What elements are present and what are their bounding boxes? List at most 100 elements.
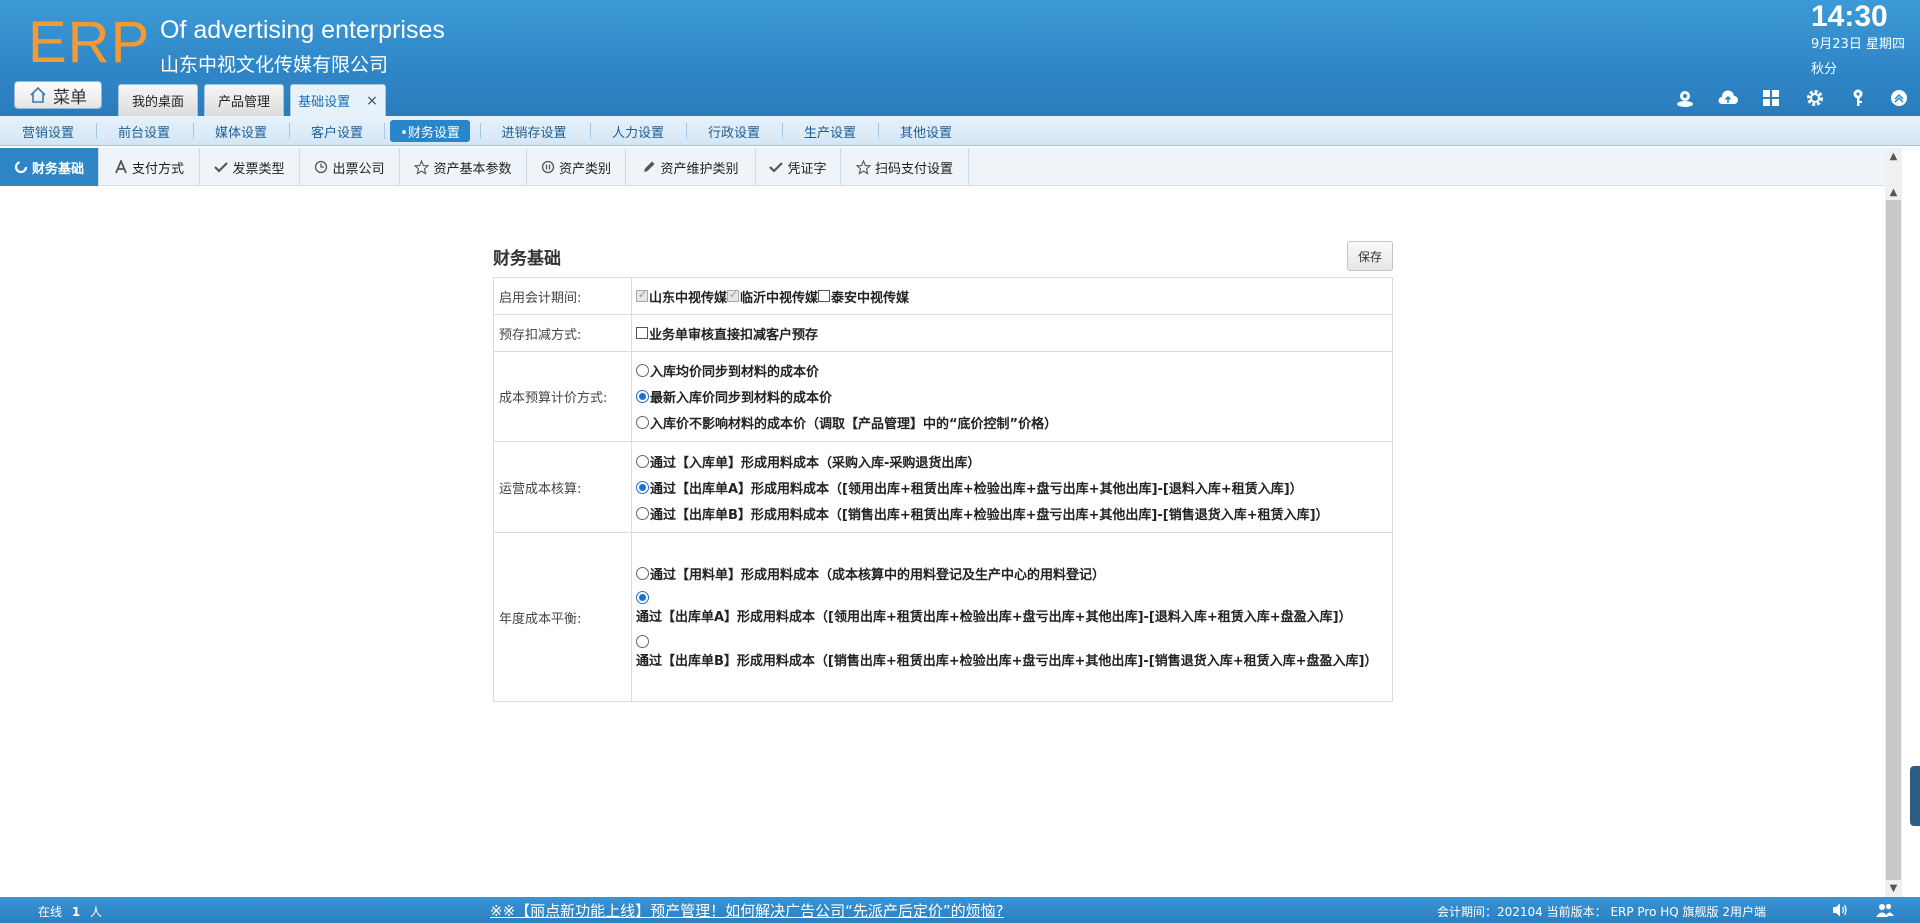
menu-button-label: 菜单 — [53, 87, 87, 108]
nav-divider — [193, 123, 194, 139]
nav-admin-settings[interactable]: 行政设置 — [696, 120, 772, 142]
annual-option-label: 通过【出库单B】形成用料成本（[销售出库+租赁出库+检验出库+盘亏出库+其他出库… — [636, 654, 1378, 669]
annual-option-label: 通过【用料单】形成用料成本（成本核算中的用料登记及生产中心的用料登记） — [650, 567, 1106, 583]
online-count: 1 — [71, 905, 81, 919]
menu-button[interactable]: 菜单 — [14, 81, 102, 109]
clock-time: 14:30 — [1811, 0, 1888, 33]
side-drawer-handle[interactable] — [1910, 766, 1920, 826]
app-logo: ERP — [28, 10, 151, 75]
annual-cost-radio[interactable] — [636, 635, 649, 648]
nav-divider — [878, 123, 879, 139]
nav-other-settings[interactable]: 其他设置 — [888, 120, 964, 142]
company-name-cn: 山东中视文化传媒有限公司 — [160, 54, 389, 76]
nav-finance-settings[interactable]: •财务设置 — [390, 120, 470, 142]
tab-product-management[interactable]: 产品管理 — [204, 84, 284, 116]
subnav-label: 财务基础 — [31, 161, 84, 177]
scroll-up-icon[interactable]: ▲ — [1887, 150, 1900, 163]
tab-my-desktop[interactable]: 我的桌面 — [118, 84, 198, 116]
subnav-asset-maintenance[interactable]: 资产维护类别 — [626, 148, 756, 186]
pause-icon — [541, 160, 555, 174]
subnav-asset-params[interactable]: 资产基本参数 — [400, 148, 527, 186]
scrollbar-thumb[interactable] — [1886, 200, 1901, 880]
subnav-invoice-types[interactable]: 发票类型 — [200, 148, 300, 186]
annual-cost-radio[interactable] — [636, 566, 649, 580]
pencil-icon — [644, 161, 655, 172]
form-row-budget-pricing: 成本预算计价方式: 入库均价同步到材料的成本价 最新入库价同步到材料的成本价 入… — [493, 351, 1393, 442]
nav-divider — [96, 123, 97, 139]
status-bar: 在线 1 人 ※※【丽点新功能上线】预产管理！如何解决广告公司“先派产后定价”的… — [0, 897, 1920, 923]
nav-divider — [480, 123, 481, 139]
clock-icon — [315, 160, 328, 174]
ops-option-label: 通过【出库单A】形成用料成本（[领用出库+租赁出库+检验出库+盘亏出库+其他出库… — [650, 481, 1303, 497]
row-label: 运营成本核算: — [493, 441, 632, 533]
gear-icon[interactable] — [1803, 86, 1827, 110]
close-icon[interactable]: × — [366, 93, 378, 109]
budget-option-label: 入库价不影响材料的成本价（调取【产品管理】中的“底价控制”价格） — [650, 417, 1058, 432]
users-icon[interactable] — [1875, 900, 1895, 920]
budget-option-label: 入库均价同步到材料的成本价 — [650, 365, 820, 380]
finance-subnav: 财务基础 支付方式 发票类型 出票公司 资产基本参数 资产类别 资产维护类别 凭… — [0, 148, 1885, 186]
budget-option-label: 最新入库价同步到材料的成本价 — [650, 391, 833, 406]
announcement-link[interactable]: ※※【丽点新功能上线】预产管理！如何解决广告公司“先派产后定价”的烦恼? — [490, 900, 1004, 921]
form-row-accounting-period: 启用会计期间: 山东中视传媒 临沂中视传媒 泰安中视传媒 — [493, 277, 1393, 315]
nav-hr-settings[interactable]: 人力设置 — [600, 120, 676, 142]
nav-production-settings[interactable]: 生产设置 — [792, 120, 868, 142]
online-prefix: 在线 — [38, 905, 63, 919]
cloud-icon[interactable] — [1716, 86, 1740, 110]
check-icon — [214, 162, 229, 173]
form-row-operating-cost: 运营成本核算: 通过【入库单】形成用料成本（采购入库-采购退货出库） 通过【出库… — [493, 441, 1393, 533]
nav-inventory-settings[interactable]: 进销存设置 — [490, 120, 578, 142]
nav-marketing-settings[interactable]: 营销设置 — [10, 120, 86, 142]
subnav-scan-pay-settings[interactable]: 扫码支付设置 — [841, 148, 969, 186]
budget-radio[interactable] — [636, 364, 649, 377]
key-icon[interactable] — [1846, 86, 1870, 110]
online-suffix: 人 — [90, 905, 103, 919]
deduct-prepay-checkbox[interactable] — [636, 327, 648, 339]
subnav-voucher-words[interactable]: 凭证字 — [756, 148, 841, 186]
scroll-up-icon[interactable]: ▲ — [1887, 186, 1900, 199]
subnav-label: 扫码支付设置 — [874, 161, 953, 177]
finance-basic-form: 启用会计期间: 山东中视传媒 临沂中视传媒 泰安中视传媒 预存扣减方式: 业务单… — [493, 277, 1393, 702]
subnav-label: 凭证字 — [787, 161, 827, 177]
save-button[interactable]: 保存 — [1347, 241, 1393, 271]
nav-frontdesk-settings[interactable]: 前台设置 — [106, 120, 182, 142]
star-icon — [414, 159, 430, 175]
company-checkbox[interactable] — [636, 288, 648, 302]
nav-divider — [686, 123, 687, 139]
apps-icon[interactable] — [1759, 86, 1783, 110]
font-a-icon — [115, 160, 127, 174]
company-option-label: 山东中视传媒 — [649, 290, 728, 306]
annual-cost-radio[interactable] — [636, 591, 649, 604]
ops-option-label: 通过【出库单B】形成用料成本（[销售出库+租赁出库+检验出库+盘亏出库+其他出库… — [650, 507, 1329, 523]
budget-radio[interactable] — [636, 416, 649, 429]
deduct-prepay-label: 业务单审核直接扣减客户预存 — [649, 327, 819, 343]
ops-option-label: 通过【入库单】形成用料成本（采购入库-采购退货出库） — [650, 455, 981, 471]
clock-date: 9月23日 星期四 — [1811, 37, 1905, 52]
ops-cost-radio[interactable] — [636, 454, 649, 468]
solar-term: 秋分 — [1811, 62, 1838, 77]
tab-basic-settings[interactable]: 基础设置 × — [290, 84, 386, 116]
collapse-up-icon[interactable] — [1887, 86, 1911, 110]
subnav-invoice-companies[interactable]: 出票公司 — [300, 148, 400, 186]
subnav-payment-methods[interactable]: 支付方式 — [99, 148, 200, 186]
nav-media-settings[interactable]: 媒体设置 — [203, 120, 279, 142]
ops-cost-radio[interactable] — [636, 506, 649, 520]
form-row-prepay-deduction: 预存扣减方式: 业务单审核直接扣减客户预存 — [493, 314, 1393, 352]
ops-cost-radio[interactable] — [636, 480, 649, 494]
form-row-annual-cost-balance: 年度成本平衡: 通过【用料单】形成用料成本（成本核算中的用料登记及生产中心的用料… — [493, 532, 1393, 702]
subnav-finance-basic[interactable]: 财务基础 — [0, 148, 99, 186]
subnav-label: 资产维护类别 — [660, 161, 739, 177]
nav-customer-settings[interactable]: 客户设置 — [299, 120, 375, 142]
company-checkbox[interactable] — [818, 290, 831, 302]
scroll-down-icon[interactable]: ▼ — [1887, 882, 1900, 895]
speaker-icon[interactable] — [1830, 900, 1850, 920]
subnav-label: 资产基本参数 — [433, 161, 512, 177]
user-icon[interactable] — [1673, 86, 1697, 110]
subnav-asset-categories[interactable]: 资产类别 — [527, 148, 626, 186]
subnav-label: 发票类型 — [232, 161, 285, 177]
budget-radio[interactable] — [636, 390, 649, 403]
page-title: 财务基础 — [493, 249, 561, 269]
settings-category-nav: 营销设置 前台设置 媒体设置 客户设置 •财务设置 进销存设置 人力设置 行政设… — [0, 116, 1920, 146]
company-checkbox[interactable] — [727, 288, 740, 302]
subnav-label: 出票公司 — [332, 161, 385, 177]
